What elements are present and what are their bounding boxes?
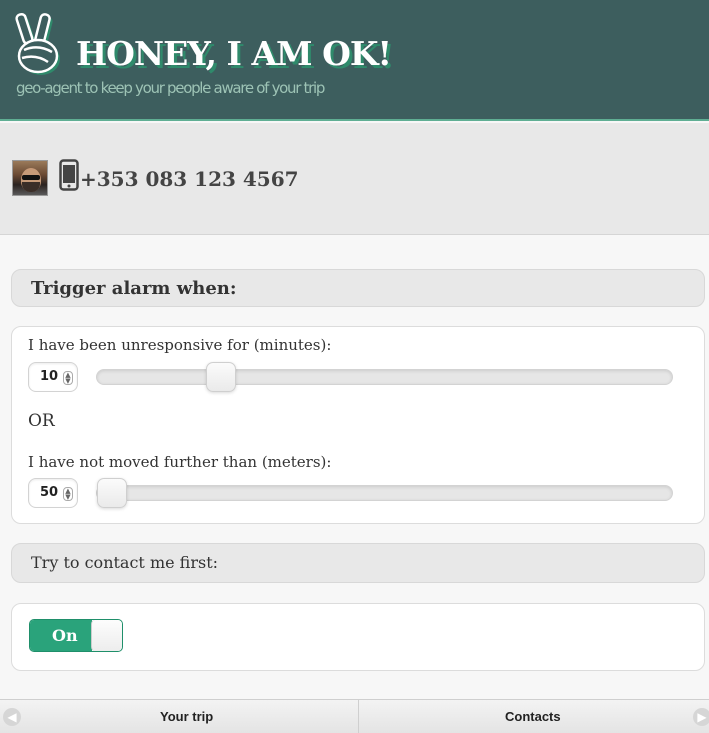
unresponsive-slider[interactable] bbox=[96, 362, 673, 392]
unresponsive-slider-handle[interactable] bbox=[206, 362, 236, 392]
trigger-alarm-title: Trigger alarm when: bbox=[31, 278, 237, 299]
distance-label: I have not moved further than (meters): bbox=[28, 453, 332, 471]
nav-contacts-label: Contacts bbox=[505, 709, 561, 724]
toggle-knob[interactable] bbox=[91, 620, 122, 651]
peace-hand-icon bbox=[15, 12, 60, 75]
or-separator: OR bbox=[28, 411, 55, 431]
avatar-shades bbox=[22, 175, 40, 180]
nav-contacts-button[interactable]: Contacts ▶ bbox=[358, 700, 709, 733]
trigger-alarm-header: Trigger alarm when: bbox=[11, 269, 705, 307]
distance-meters-input[interactable]: 50 ▲ ▼ bbox=[28, 478, 78, 508]
unresponsive-minutes-input[interactable]: 10 ▲ ▼ bbox=[28, 362, 78, 392]
distance-meters-value: 50 bbox=[40, 485, 59, 500]
alarm-settings-panel: I have been unresponsive for (minutes): … bbox=[11, 326, 705, 524]
spinner-arrows-icon[interactable]: ▲ ▼ bbox=[63, 371, 73, 385]
arrow-left-icon: ◀ bbox=[3, 708, 21, 726]
distance-slider-handle[interactable] bbox=[97, 478, 127, 508]
arrow-right-icon: ▶ bbox=[693, 708, 709, 726]
app-title: HONEY, I AM OK! bbox=[76, 34, 392, 73]
nav-your-trip-label: Your trip bbox=[160, 709, 214, 724]
contact-first-header: Try to contact me first: bbox=[11, 543, 705, 583]
smartphone-icon bbox=[59, 159, 79, 191]
phone-number: +353 083 123 4567 bbox=[80, 167, 299, 191]
contact-toggle-panel: On bbox=[11, 603, 705, 671]
unresponsive-label: I have been unresponsive for (minutes): bbox=[28, 336, 332, 354]
avatar-beard bbox=[22, 182, 40, 192]
contact-first-title: Try to contact me first: bbox=[31, 553, 219, 572]
app-subtitle: geo-agent to keep your people aware of y… bbox=[16, 79, 325, 97]
distance-slider[interactable] bbox=[96, 478, 673, 508]
footer-nav: ◀ Your trip Contacts ▶ bbox=[0, 699, 709, 733]
contact-first-toggle[interactable]: On bbox=[29, 619, 123, 652]
nav-your-trip-button[interactable]: ◀ Your trip bbox=[0, 700, 357, 733]
spinner-arrows-icon[interactable]: ▲ ▼ bbox=[63, 487, 73, 501]
unresponsive-minutes-value: 10 bbox=[40, 369, 59, 384]
toggle-on-side: On bbox=[30, 620, 92, 651]
app-header: HONEY, I AM OK! geo-agent to keep your p… bbox=[0, 0, 709, 121]
toggle-on-label: On bbox=[52, 626, 78, 645]
profile-bar: +353 083 123 4567 bbox=[0, 123, 709, 235]
avatar[interactable] bbox=[12, 160, 48, 196]
